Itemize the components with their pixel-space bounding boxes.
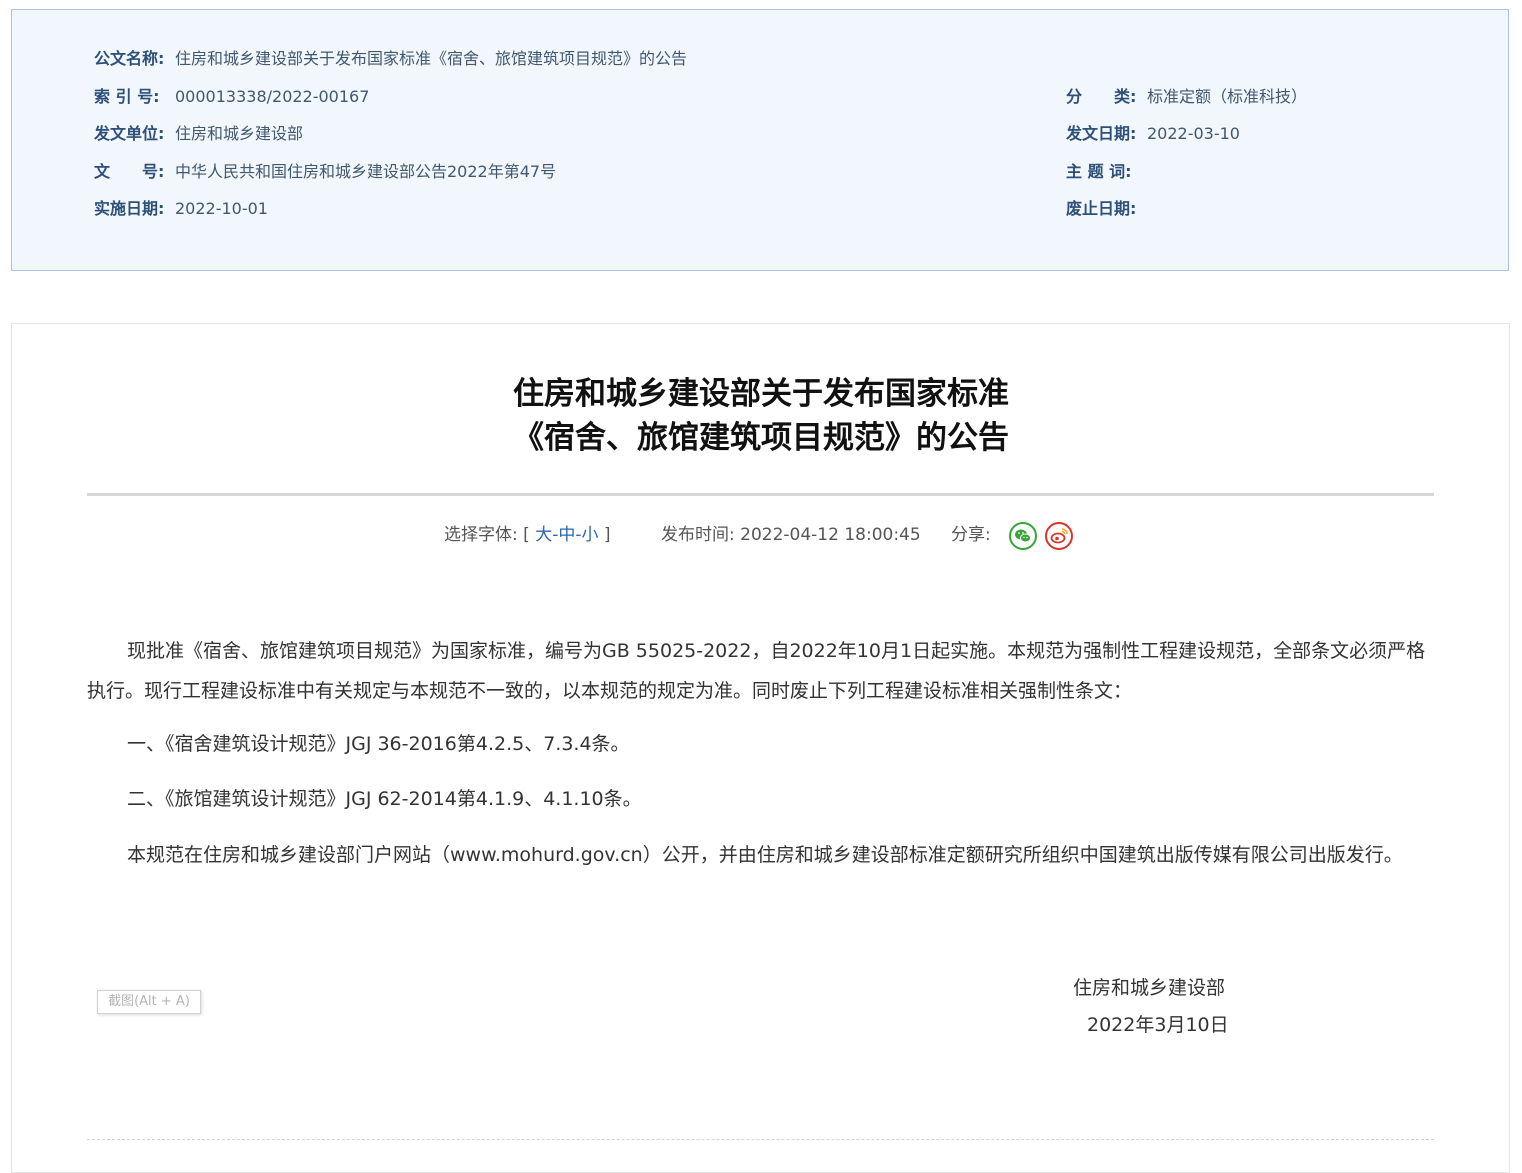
meta-label: 分 类: bbox=[1066, 87, 1137, 106]
meta-label: 文 号: bbox=[94, 162, 165, 181]
font-large-link[interactable]: 大 bbox=[535, 525, 552, 545]
meta-label: 主 题 词: bbox=[1066, 162, 1132, 181]
weibo-share-icon[interactable] bbox=[1045, 522, 1073, 550]
meta-value: 000013338/2022-00167 bbox=[175, 87, 370, 106]
font-bracket-close: ] bbox=[603, 525, 611, 545]
meta-value: 2022-03-10 bbox=[1147, 124, 1240, 143]
meta-effective-date: 实施日期: 2022-10-01 bbox=[94, 199, 268, 219]
meta-repeal-date: 废止日期: bbox=[1066, 199, 1147, 219]
meta-index-no: 索 引 号: 000013338/2022-00167 bbox=[94, 87, 369, 107]
signature-org: 住房和城乡建设部 bbox=[1073, 977, 1226, 999]
meta-value: 2022-10-01 bbox=[175, 199, 268, 218]
wechat-icon bbox=[1015, 529, 1031, 543]
article-title: 住房和城乡建设部关于发布国家标准 《宿舍、旅馆建筑项目规范》的公告 bbox=[0, 372, 1522, 460]
screenshot-tooltip: 截图(Alt + A) bbox=[97, 990, 201, 1014]
font-select-label: 选择字体: bbox=[444, 525, 518, 545]
share-label: 分享: bbox=[951, 525, 991, 545]
meta-doc-number: 文 号: 中华人民共和国住房和城乡建设部公告2022年第47号 bbox=[94, 162, 556, 182]
meta-issue-date: 发文日期: 2022-03-10 bbox=[1066, 124, 1240, 144]
font-small-link[interactable]: 小 bbox=[581, 525, 598, 545]
signature-date: 2022年3月10日 bbox=[1087, 1014, 1229, 1036]
font-medium-link[interactable]: 中 bbox=[558, 525, 575, 545]
meta-label: 发文日期: bbox=[1066, 124, 1137, 143]
meta-issuer: 发文单位: 住房和城乡建设部 bbox=[94, 124, 303, 144]
publish-value: 2022-04-12 18:00:45 bbox=[740, 525, 921, 545]
font-bracket-open: [ bbox=[523, 525, 530, 545]
article-paragraph: 本规范在住房和城乡建设部门户网站（www.mohurd.gov.cn）公开，并由… bbox=[127, 844, 1403, 866]
meta-category: 分 类: 标准定额（标准科技） bbox=[1066, 87, 1307, 107]
meta-label: 公文名称: bbox=[94, 49, 165, 68]
meta-doc-name: 公文名称: 住房和城乡建设部关于发布国家标准《宿舍、旅馆建筑项目规范》的公告 bbox=[94, 49, 687, 69]
meta-value: 住房和城乡建设部 bbox=[175, 124, 304, 143]
font-size-selector: 选择字体: [ 大-中-小 ] bbox=[444, 520, 611, 550]
title-divider bbox=[87, 493, 1434, 496]
meta-keywords: 主 题 词: bbox=[1066, 162, 1147, 182]
article-title-line2: 《宿舍、旅馆建筑项目规范》的公告 bbox=[513, 420, 1009, 456]
wechat-share-icon[interactable] bbox=[1009, 522, 1037, 550]
article-title-line1: 住房和城乡建设部关于发布国家标准 bbox=[513, 376, 1009, 412]
publish-time: 发布时间: 2022-04-12 18:00:45 bbox=[661, 520, 921, 550]
weibo-icon bbox=[1050, 528, 1068, 544]
publish-label: 发布时间: bbox=[661, 525, 735, 545]
meta-label: 实施日期: bbox=[94, 199, 165, 218]
bottom-divider bbox=[87, 1139, 1434, 1140]
meta-value: 标准定额（标准科技） bbox=[1147, 87, 1308, 106]
meta-value: 中华人民共和国住房和城乡建设部公告2022年第47号 bbox=[175, 162, 557, 181]
meta-label: 索 引 号: bbox=[94, 87, 160, 106]
article-paragraph: 二、《旅馆建筑设计规范》JGJ 62-2014第4.1.9、4.1.10条。 bbox=[127, 788, 642, 810]
meta-value: 住房和城乡建设部关于发布国家标准《宿舍、旅馆建筑项目规范》的公告 bbox=[175, 49, 688, 68]
article-info-bar: 选择字体: [ 大-中-小 ] 发布时间: 2022-04-12 18:00:4… bbox=[0, 520, 1522, 552]
meta-label: 废止日期: bbox=[1066, 199, 1137, 218]
article-paragraph: 现批准《宿舍、旅馆建筑项目规范》为国家标准，编号为GB 55025-2022，自… bbox=[87, 640, 1426, 702]
meta-label: 发文单位: bbox=[94, 124, 165, 143]
article-paragraph: 一、《宿舍建筑设计规范》JGJ 36-2016第4.2.5、7.3.4条。 bbox=[127, 733, 630, 755]
